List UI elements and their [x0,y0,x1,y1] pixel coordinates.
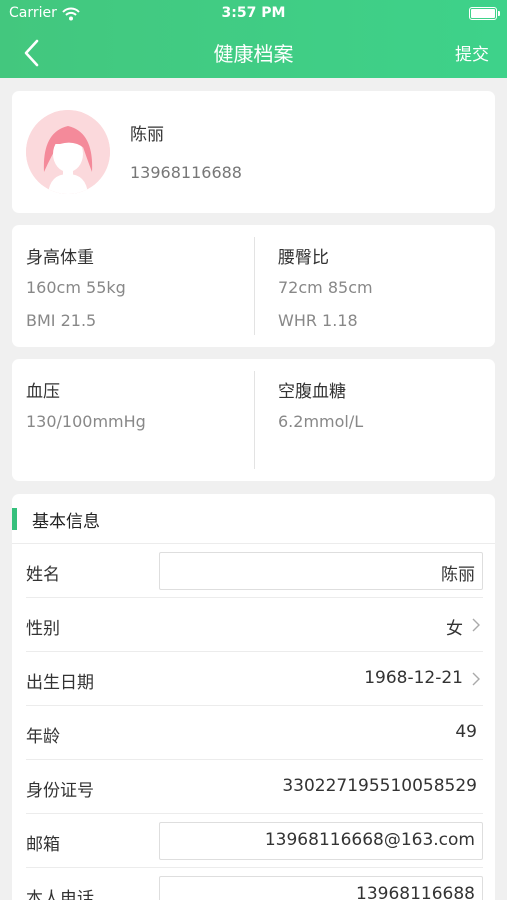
gender-value: 女 [446,619,463,639]
status-time: 3:57 PM [221,5,286,21]
row-name: 姓名 陈丽 [12,544,495,598]
chevron-right-icon [472,672,480,686]
profile-phone: 13968116688 [130,163,242,182]
row-id-number: 身份证号 330227195510058529 [12,760,495,814]
divider [254,371,255,469]
height-weight-label: 身高体重 [26,248,94,268]
row-label: 本人电话 [26,889,94,900]
section-title: 基本信息 [32,512,100,532]
fasting-glucose-value: 6.2mmol/L [278,412,364,431]
accent-bar [12,508,17,530]
row-birthdate[interactable]: 出生日期 1968-12-21 [12,652,495,706]
blood-pressure-block[interactable]: 血压 130/100mmHg [12,359,252,481]
id-number-value: 330227195510058529 [282,776,477,796]
waist-hip-label: 腰臀比 [278,248,329,268]
fasting-glucose-block[interactable]: 空腹血糖 6.2mmol/L [264,359,504,481]
basic-info-card: 基本信息 姓名 陈丽 性别 女 出生日期 1968-12-21 年龄 49 身份… [12,494,495,900]
submit-button[interactable]: 提交 [455,40,489,65]
waist-hip-value: 72cm 85cm [278,278,373,297]
row-label: 性别 [26,619,60,639]
row-gender[interactable]: 性别 女 [12,598,495,652]
bmi-value: BMI 21.5 [26,311,97,330]
battery-icon [469,7,500,20]
blood-pressure-label: 血压 [26,382,60,402]
height-weight-value: 160cm 55kg [26,278,126,297]
whr-value: WHR 1.18 [278,311,358,330]
email-value: 13968116668@163.com [264,830,475,850]
height-weight-block[interactable]: 身高体重 160cm 55kg BMI 21.5 [12,225,252,347]
row-phone: 本人电话 13968116688 [12,868,495,900]
name-input[interactable] [159,552,483,590]
avatar-illustration [26,110,110,194]
row-label: 年龄 [26,727,60,747]
vitals-card: 血压 130/100mmHg 空腹血糖 6.2mmol/L [12,359,495,481]
header: Carrier 3:57 PM 健康档案 提交 [0,0,507,78]
profile-card: 陈丽 13968116688 [12,91,495,213]
row-label: 身份证号 [26,781,94,801]
waist-hip-block[interactable]: 腰臀比 72cm 85cm WHR 1.18 [264,225,504,347]
blood-pressure-value: 130/100mmHg [26,412,146,431]
row-label: 出生日期 [26,673,94,693]
divider [254,237,255,335]
age-value: 49 [455,722,477,742]
profile-name: 陈丽 [130,125,164,145]
page-title: 健康档案 [213,42,294,66]
status-bar: Carrier 3:57 PM [0,0,507,28]
row-label: 邮箱 [26,835,60,855]
birthdate-value: 1968-12-21 [364,668,463,688]
row-age: 年龄 49 [12,706,495,760]
section-header: 基本信息 [12,494,495,544]
body-metrics-card: 身高体重 160cm 55kg BMI 21.5 腰臀比 72cm 85cm W… [12,225,495,347]
avatar [26,110,110,194]
phone-value: 13968116688 [356,884,475,900]
row-label: 姓名 [26,565,60,585]
chevron-right-icon [472,618,480,632]
row-email: 邮箱 13968116668@163.com [12,814,495,868]
name-value: 陈丽 [441,565,475,585]
fasting-glucose-label: 空腹血糖 [278,382,346,402]
